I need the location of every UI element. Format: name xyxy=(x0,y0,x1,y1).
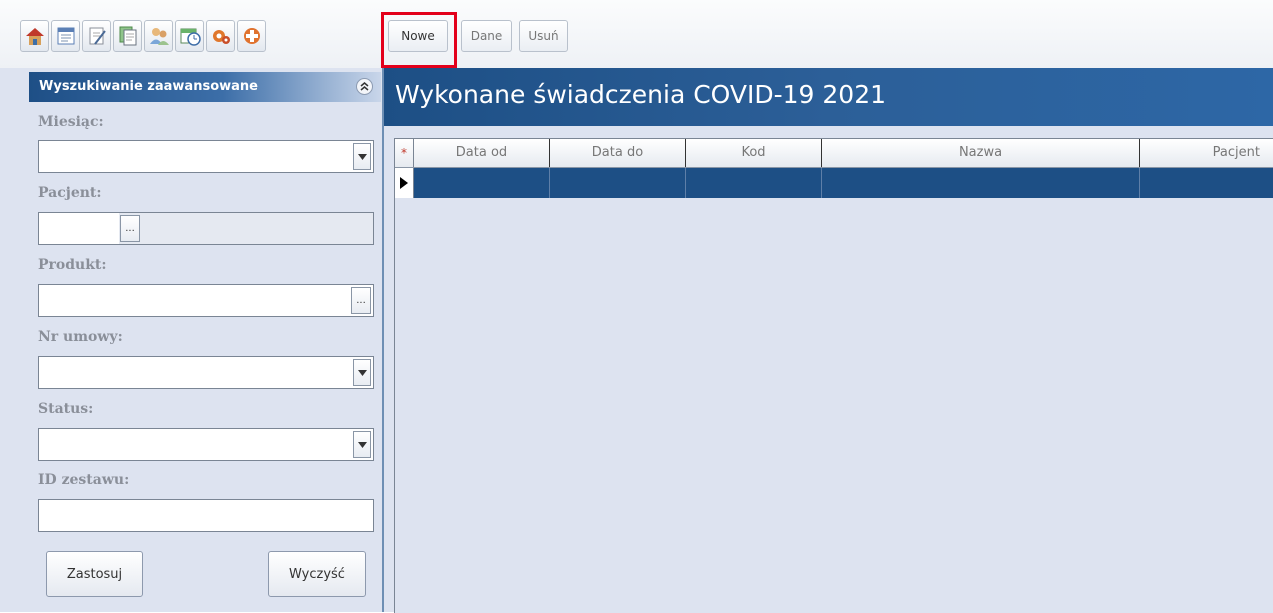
column-header-date-from[interactable]: Data od xyxy=(414,139,550,167)
patient-label: Pacjent: xyxy=(38,185,102,201)
patients-icon[interactable] xyxy=(144,20,173,52)
chevron-down-icon[interactable] xyxy=(353,431,371,458)
product-browse-button[interactable]: ... xyxy=(351,287,371,314)
medical-services-icon[interactable] xyxy=(237,20,266,52)
search-panel-title: Wyszukiwanie zaawansowane xyxy=(39,79,258,94)
main-header: Wykonane świadczenia COVID-19 2021 xyxy=(384,68,1273,126)
table-row[interactable] xyxy=(395,168,1273,198)
patient-input[interactable] xyxy=(39,213,119,244)
new-button[interactable]: Nowe xyxy=(388,20,448,52)
page-title: Wykonane świadczenia COVID-19 2021 xyxy=(395,80,887,109)
cell-code[interactable] xyxy=(686,168,822,198)
column-header-patient[interactable]: Pacjent xyxy=(1140,139,1273,167)
clear-button[interactable]: Wyczyść xyxy=(268,551,366,597)
status-select[interactable] xyxy=(38,428,374,461)
product-field[interactable]: ... xyxy=(38,284,374,317)
month-select[interactable] xyxy=(38,140,374,173)
cell-patient[interactable] xyxy=(1140,168,1273,198)
schedule-clock-icon[interactable] xyxy=(175,20,204,52)
status-label: Status: xyxy=(38,401,94,417)
contract-label: Nr umowy: xyxy=(38,329,123,345)
data-grid[interactable]: * Data od Data do Kod Nazwa Pacjent xyxy=(394,138,1273,613)
month-label: Miesiąc: xyxy=(38,114,104,130)
data-button[interactable]: Dane xyxy=(461,20,512,52)
product-label: Produkt: xyxy=(38,257,107,273)
chevron-down-icon[interactable] xyxy=(353,143,371,170)
cell-date-from[interactable] xyxy=(414,168,550,198)
row-indicator-icon xyxy=(395,168,414,198)
delete-button[interactable]: Usuń xyxy=(519,20,568,52)
new-row-marker-icon: * xyxy=(395,139,414,167)
apply-button[interactable]: Zastosuj xyxy=(46,551,143,597)
patient-browse-button[interactable]: ... xyxy=(120,215,140,242)
column-header-name[interactable]: Nazwa xyxy=(822,139,1140,167)
calendar-list-icon[interactable] xyxy=(51,20,80,52)
cell-name[interactable] xyxy=(822,168,1140,198)
home-icon[interactable] xyxy=(20,20,49,52)
collapse-icon[interactable] xyxy=(356,78,373,95)
grid-header: * Data od Data do Kod Nazwa Pacjent xyxy=(395,139,1273,168)
patient-field[interactable]: ... xyxy=(38,212,374,245)
document-pen-icon[interactable] xyxy=(82,20,111,52)
column-header-code[interactable]: Kod xyxy=(686,139,822,167)
settings-gear-icon[interactable] xyxy=(206,20,235,52)
chevron-down-icon[interactable] xyxy=(353,359,371,386)
contract-select[interactable] xyxy=(38,356,374,389)
cell-date-to[interactable] xyxy=(550,168,686,198)
search-panel-header: Wyszukiwanie zaawansowane xyxy=(29,72,381,102)
set-id-label: ID zestawu: xyxy=(38,472,130,488)
toolbar: Nowe Dane Usuń xyxy=(0,0,1273,68)
set-id-input[interactable] xyxy=(38,499,374,532)
documents-icon[interactable] xyxy=(113,20,142,52)
column-header-date-to[interactable]: Data do xyxy=(550,139,686,167)
main-area: Wykonane świadczenia COVID-19 2021 * Dat… xyxy=(384,68,1273,613)
